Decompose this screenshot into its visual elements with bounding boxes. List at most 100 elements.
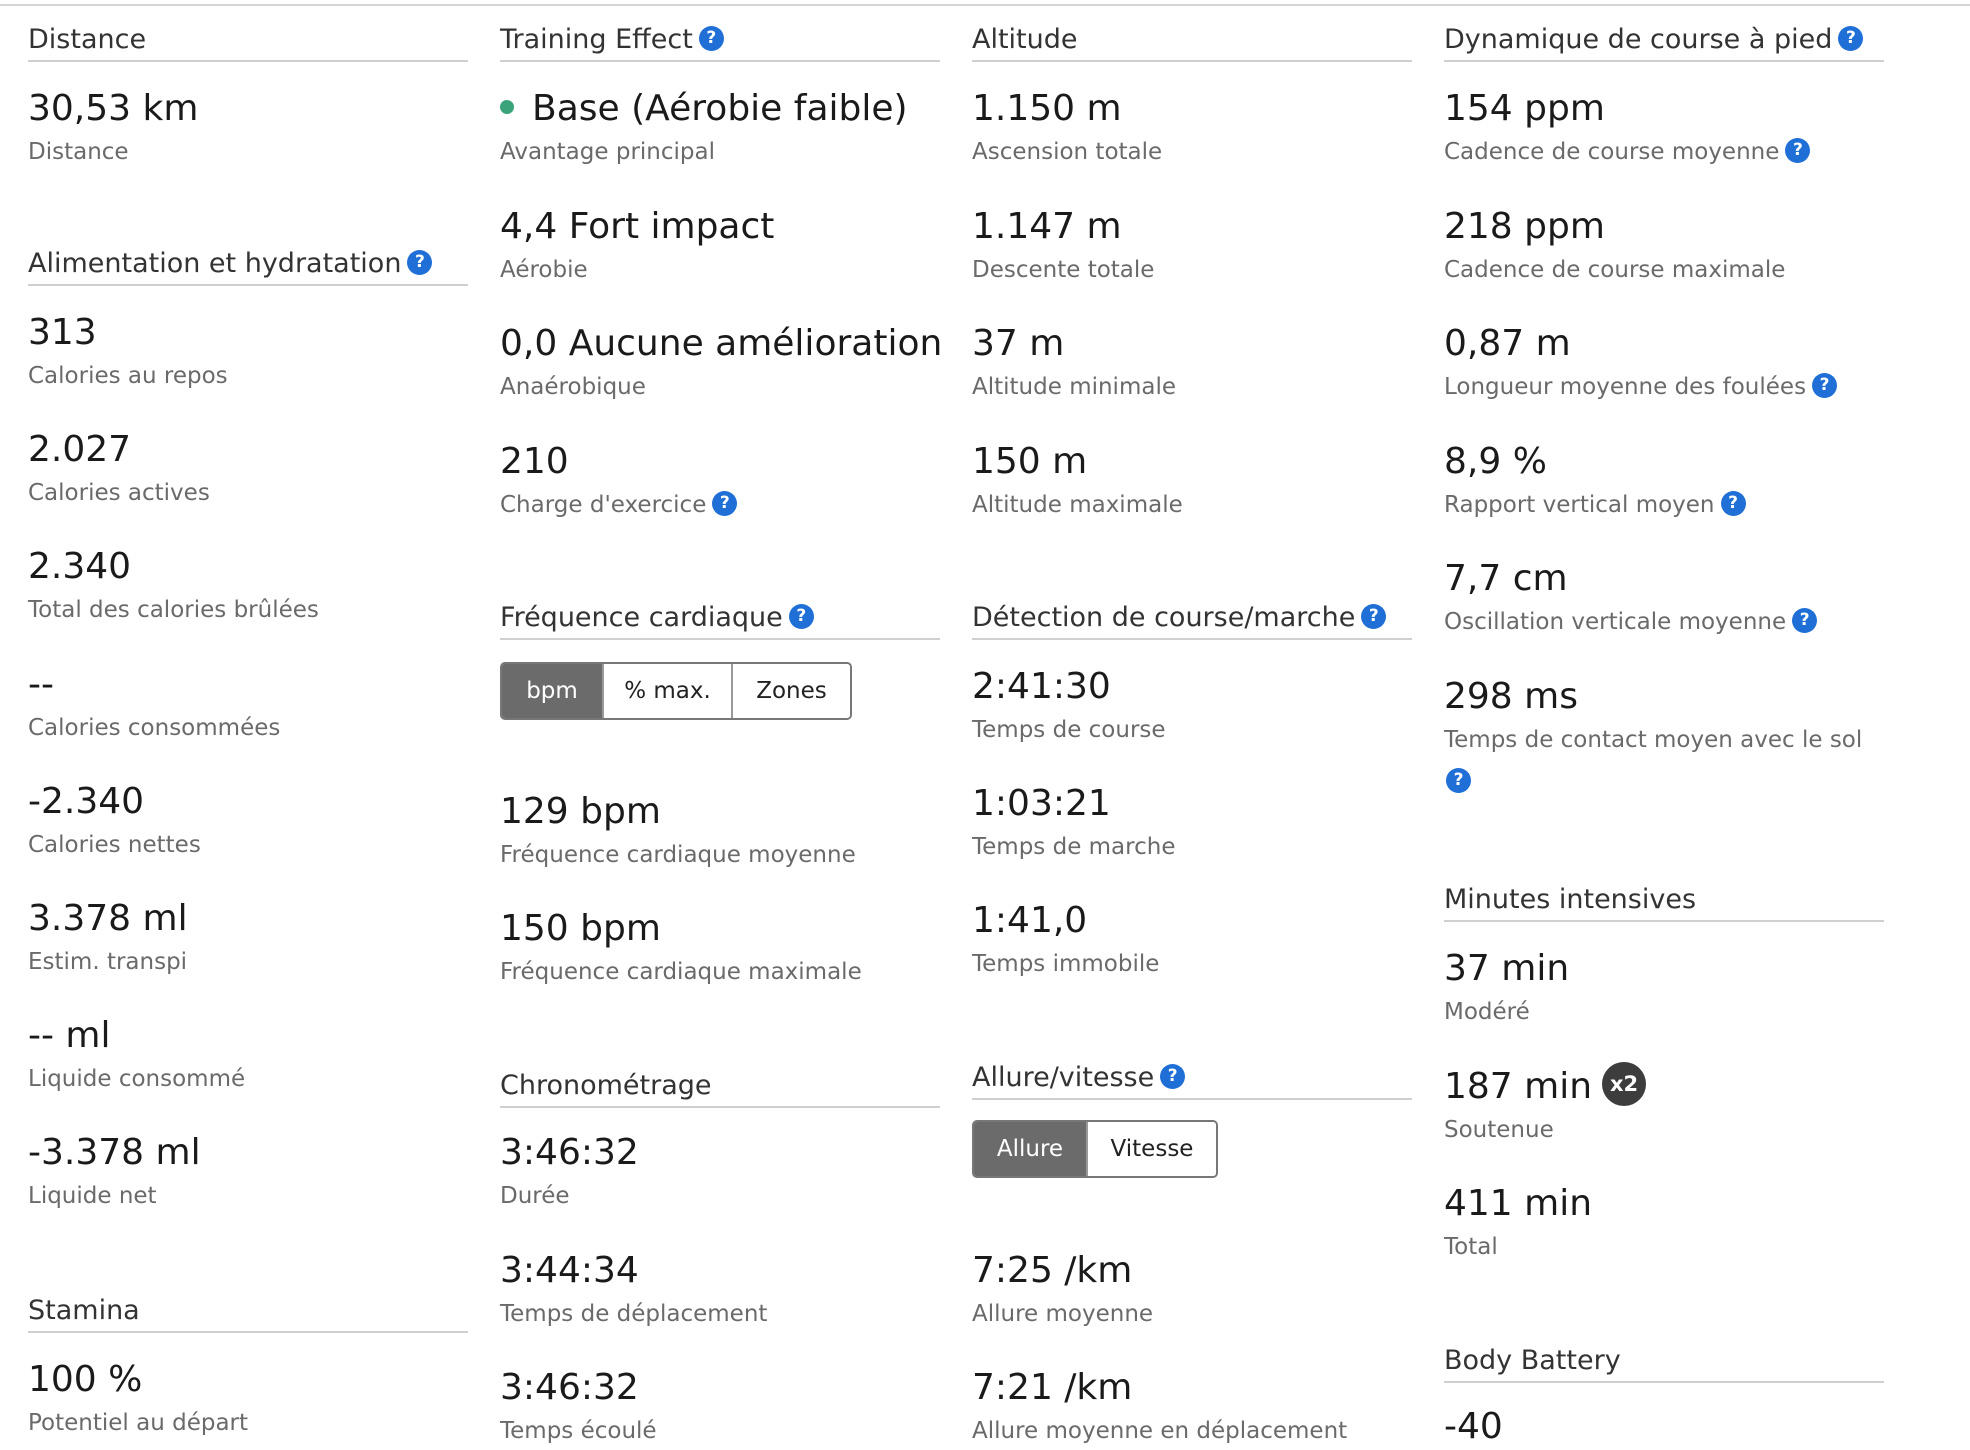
- ground-contact-help: ?: [1444, 768, 1884, 795]
- stride-length-label: Longueur moyenne des foulées?: [1444, 371, 1884, 403]
- anaerobic-value: 0,0 Aucune amélioration: [500, 323, 943, 364]
- sweat-estimate-label: Estim. transpi: [28, 949, 188, 975]
- nutrition-title-text: Alimentation et hydratation: [28, 248, 402, 279]
- help-icon[interactable]: ?: [1785, 138, 1811, 163]
- stamina-item: 100 % Potentiel au départ: [28, 1357, 468, 1439]
- stride-length-item: 0,87 m Longueur moyenne des foulées?: [1444, 321, 1884, 403]
- active-calories-label: Calories actives: [28, 480, 210, 506]
- duration-label: Durée: [500, 1183, 570, 1209]
- stamina-value: 100 %: [28, 1359, 143, 1400]
- sweat-estimate-value: 3.378 ml: [28, 898, 188, 939]
- resting-calories-label: Calories au repos: [28, 363, 228, 389]
- min-altitude-label: Altitude minimale: [972, 374, 1176, 400]
- help-icon[interactable]: ?: [1792, 608, 1818, 633]
- heart-rate-tab-zones[interactable]: Zones: [731, 664, 850, 718]
- ground-contact-label: Temps de contact moyen avec le sol: [1444, 727, 1863, 753]
- running-dynamics-section: Dynamique de course à pied?: [1444, 22, 1884, 62]
- anaerobic-item: 0,0 Aucune amélioration Anaérobique: [500, 321, 943, 403]
- training-effect-section: Training Effect?: [500, 22, 940, 62]
- multiplier-badge: x2: [1602, 1062, 1647, 1106]
- anaerobic-label: Anaérobique: [500, 374, 646, 400]
- training-load-value: 210: [500, 441, 569, 482]
- total-descent-item: 1.147 m Descente totale: [972, 204, 1412, 286]
- help-icon[interactable]: ?: [698, 26, 724, 51]
- avg-moving-pace-value: 7:21 /km: [972, 1367, 1133, 1408]
- moderate-minutes-item: 37 min Modéré: [1444, 946, 1884, 1028]
- duration-value: 3:46:32: [500, 1132, 639, 1173]
- timing-section: Chronométrage: [500, 1068, 940, 1108]
- max-cadence-item: 218 ppm Cadence de course maximale: [1444, 204, 1884, 286]
- vigorous-minutes-item: 187 min x2 Soutenue: [1444, 1062, 1884, 1146]
- primary-benefit-label: Avantage principal: [500, 139, 715, 165]
- vertical-ratio-label-text: Rapport vertical moyen: [1444, 492, 1715, 518]
- training-load-label: Charge d'exercice?: [500, 489, 940, 521]
- moderate-minutes-value: 37 min: [1444, 948, 1570, 989]
- body-battery-section: Body Battery: [1444, 1343, 1884, 1383]
- nutrition-section: Alimentation et hydratation?: [28, 246, 468, 286]
- primary-benefit-value: Base (Aérobie faible): [500, 86, 940, 132]
- avg-cadence-value: 154 ppm: [1444, 88, 1605, 129]
- vertical-ratio-label: Rapport vertical moyen?: [1444, 489, 1884, 521]
- distance-title: Distance: [28, 22, 468, 62]
- stamina-label: Potentiel au départ: [28, 1410, 249, 1436]
- avg-cadence-label-text: Cadence de course moyenne: [1444, 139, 1780, 165]
- vertical-ratio-value: 8,9 %: [1444, 441, 1547, 482]
- run-walk-title-text: Détection de course/marche: [972, 602, 1356, 633]
- consumed-calories-label: Calories consommées: [28, 715, 281, 741]
- help-icon[interactable]: ?: [1838, 26, 1864, 51]
- altitude-section: Altitude: [972, 22, 1412, 62]
- max-altitude-value: 150 m: [972, 441, 1088, 482]
- help-icon[interactable]: ?: [1446, 768, 1471, 793]
- body-battery-title: Body Battery: [1444, 1343, 1884, 1383]
- help-icon[interactable]: ?: [1812, 373, 1838, 398]
- net-fluid-item: -3.378 ml Liquide net: [28, 1130, 468, 1212]
- nutrition-title: Alimentation et hydratation?: [28, 246, 468, 286]
- heart-rate-title: Fréquence cardiaque?: [500, 600, 940, 640]
- help-icon[interactable]: ?: [407, 250, 433, 275]
- total-minutes-item: 411 min Total: [1444, 1181, 1884, 1263]
- help-icon[interactable]: ?: [1160, 1064, 1186, 1089]
- total-descent-label: Descente totale: [972, 257, 1155, 283]
- max-cadence-label: Cadence de course maximale: [1444, 257, 1786, 283]
- training-load-label-text: Charge d'exercice: [500, 492, 707, 518]
- total-descent-value: 1.147 m: [972, 206, 1122, 247]
- avg-moving-pace-item: 7:21 /km Allure moyenne en déplacement: [972, 1365, 1412, 1447]
- distance-value: 30,53 km: [28, 88, 199, 129]
- net-calories-value: -2.340: [28, 781, 145, 822]
- pace-tab-vitesse[interactable]: Vitesse: [1086, 1122, 1216, 1176]
- vigorous-minutes-label: Soutenue: [1444, 1117, 1554, 1143]
- vertical-oscillation-value: 7,7 cm: [1444, 558, 1568, 599]
- run-walk-title: Détection de course/marche?: [972, 600, 1412, 640]
- running-dynamics-title: Dynamique de course à pied?: [1444, 22, 1884, 62]
- consumed-calories-value: --: [28, 664, 54, 705]
- heart-rate-tab-percent-max[interactable]: % max.: [602, 664, 731, 718]
- distance-item: 30,53 km Distance: [28, 86, 468, 168]
- walk-time-value: 1:03:21: [972, 783, 1111, 824]
- training-load-item: 210 Charge d'exercice?: [500, 439, 940, 521]
- timing-title: Chronométrage: [500, 1068, 940, 1108]
- max-heart-rate-value: 150 bpm: [500, 908, 661, 949]
- run-time-label: Temps de course: [972, 717, 1166, 743]
- stamina-title: Stamina: [28, 1293, 468, 1333]
- vertical-oscillation-label: Oscillation verticale moyenne?: [1444, 606, 1884, 638]
- run-time-item: 2:41:30 Temps de course: [972, 664, 1412, 746]
- pace-tab-allure[interactable]: Allure: [974, 1122, 1086, 1176]
- run-time-value: 2:41:30: [972, 666, 1111, 707]
- status-dot-icon: [500, 100, 514, 114]
- total-calories-label: Total des calories brûlées: [28, 597, 319, 623]
- heart-rate-section: Fréquence cardiaque?: [500, 600, 940, 640]
- help-icon[interactable]: ?: [788, 604, 814, 629]
- top-divider: [0, 4, 1970, 6]
- run-walk-section: Détection de course/marche?: [972, 600, 1412, 640]
- help-icon[interactable]: ?: [712, 491, 738, 516]
- idle-time-item: 1:41,0 Temps immobile: [972, 898, 1412, 980]
- help-icon[interactable]: ?: [1720, 491, 1746, 516]
- idle-time-label: Temps immobile: [972, 951, 1160, 977]
- intensity-section: Minutes intensives: [1444, 882, 1884, 922]
- help-icon[interactable]: ?: [1361, 604, 1387, 629]
- consumed-calories-item: -- Calories consommées: [28, 662, 468, 744]
- stamina-section: Stamina: [28, 1293, 468, 1333]
- heart-rate-tab-bpm[interactable]: bpm: [502, 664, 602, 718]
- max-altitude-label: Altitude maximale: [972, 492, 1183, 518]
- moderate-minutes-label: Modéré: [1444, 999, 1530, 1025]
